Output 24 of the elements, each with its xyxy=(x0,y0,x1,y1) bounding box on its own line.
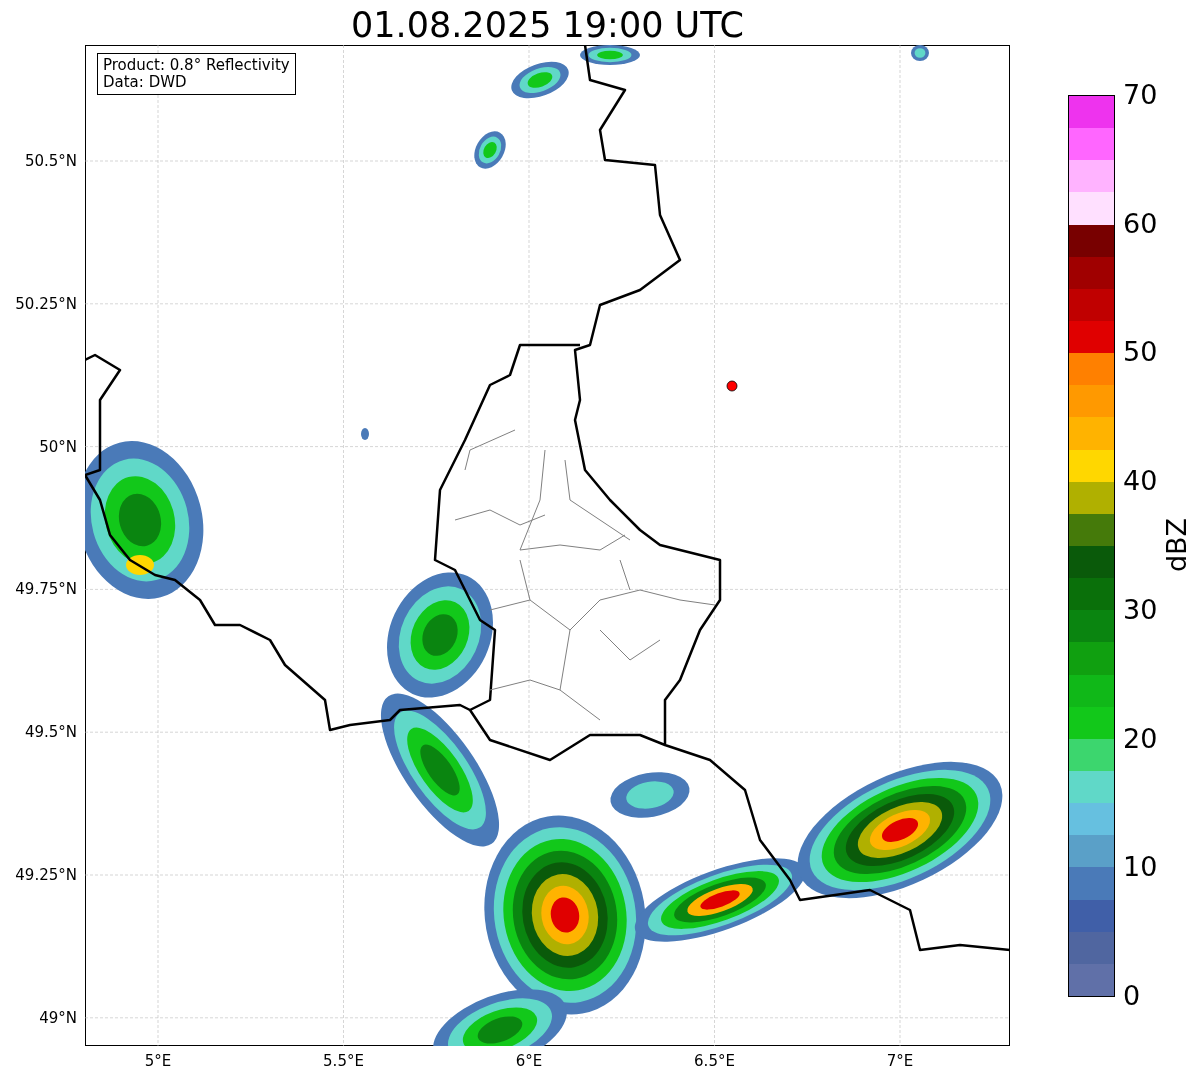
colorbar-tick-label: 20 xyxy=(1123,723,1158,754)
latitude-label: 49°N xyxy=(39,1008,77,1027)
colorbar-tick-label: 40 xyxy=(1123,466,1158,497)
longitude-label: 6.5°E xyxy=(694,1052,735,1070)
latitude-label: 50.25°N xyxy=(15,294,77,313)
legend-text: Product: 0.8° Reflectivity xyxy=(103,57,290,74)
chart-title: 01.08.2025 19:00 UTC xyxy=(351,5,744,45)
legend-text: Data: DWD xyxy=(103,74,188,91)
colorbar-tick-label: 60 xyxy=(1123,208,1158,239)
latitude-label: 49.5°N xyxy=(24,723,77,742)
colorbar-tick-label: 30 xyxy=(1123,594,1158,625)
longitude-label: 6°E xyxy=(515,1052,543,1070)
latitude-label: 49.25°N xyxy=(15,866,77,884)
latitude-label: 49.75°N xyxy=(15,580,77,599)
colorbar-tick-label: 70 xyxy=(1123,80,1158,110)
latitude-label: 50°N xyxy=(39,437,77,456)
longitude-label: 5°E xyxy=(144,1052,172,1070)
longitude-label: 7°E xyxy=(886,1052,914,1070)
colorbar-tick-label: 50 xyxy=(1123,337,1158,368)
colorbar-label: dBZ xyxy=(1162,517,1193,573)
colorbar-tick-label: 10 xyxy=(1123,852,1158,883)
longitude-label: 5.5°E xyxy=(323,1052,364,1070)
colorbar-tick-label: 0 xyxy=(1123,981,1141,1011)
latitude-label: 50.5°N xyxy=(24,152,77,170)
